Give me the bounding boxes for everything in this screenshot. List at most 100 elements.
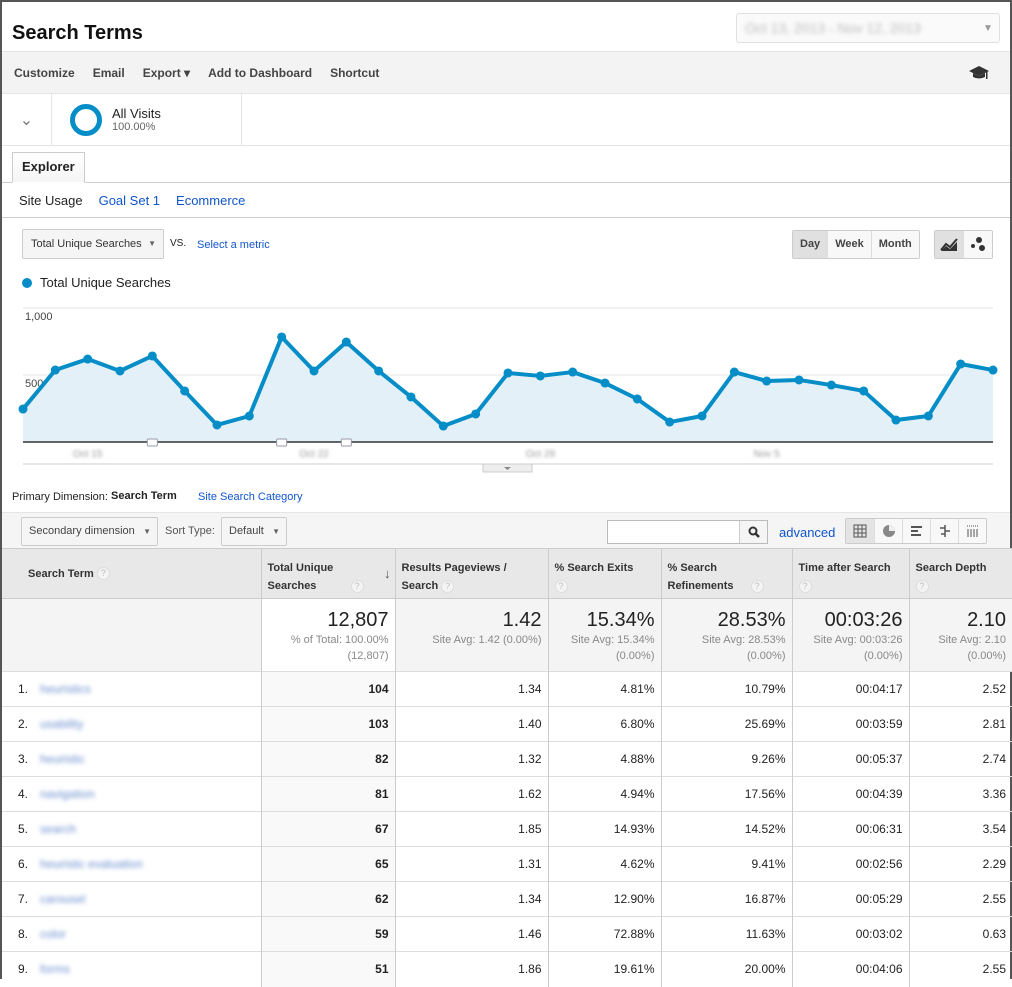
email-button[interactable]: Email bbox=[93, 66, 125, 80]
data-view-button[interactable] bbox=[846, 519, 874, 543]
metric-cell: 00:04:39 bbox=[791, 776, 909, 812]
total-value: 15.34% bbox=[586, 609, 655, 631]
customize-button[interactable]: Customize bbox=[14, 66, 75, 80]
table-row: 7. carousel 62 1.34 12.90% 16.87% 00:05:29 2.55 bbox=[2, 881, 1012, 917]
totals-cell: 12,807 % of Total: 100.00% (12,807) bbox=[260, 598, 395, 672]
table-row: 2. usability 103 1.40 6.80% 25.69% 00:03:59 2.8… bbox=[2, 706, 1012, 742]
metric-cell: 1.85 bbox=[394, 811, 548, 847]
metric-cell: 2.81 bbox=[908, 706, 1012, 742]
search-term-cell: 7. carousel bbox=[2, 881, 261, 917]
search-term-cell: 6. heuristic evaluation bbox=[2, 846, 261, 882]
select-metric-link[interactable]: Select a metric bbox=[197, 239, 270, 251]
metric-cell: 17.56% bbox=[660, 776, 792, 812]
subtab-ecommerce[interactable]: Ecommerce bbox=[176, 193, 245, 208]
sort-type-value: Default bbox=[229, 525, 264, 537]
help-icon[interactable]: ? bbox=[750, 579, 764, 593]
column-header-search-refinements[interactable]: % Search Refinements ? bbox=[660, 548, 792, 599]
totals-label-cell bbox=[2, 598, 261, 672]
vs-label: VS. bbox=[170, 238, 187, 249]
percentage-view-button[interactable] bbox=[874, 519, 902, 543]
search-term-link[interactable]: heuristic evaluation bbox=[40, 857, 143, 871]
page-title: Search Terms bbox=[12, 22, 143, 44]
column-header-search-depth[interactable]: Search Depth? bbox=[908, 548, 1012, 599]
metric-cell: 12.90% bbox=[547, 881, 661, 917]
search-term-link[interactable]: heuristic bbox=[40, 752, 85, 766]
sort-type-dropdown[interactable]: Default ▼ bbox=[221, 517, 287, 546]
add-to-dashboard-button[interactable]: Add to Dashboard bbox=[208, 66, 312, 80]
search-term-link[interactable]: color bbox=[40, 927, 66, 941]
export-button[interactable]: Export ▾ bbox=[143, 66, 190, 80]
metric-cell: 19.61% bbox=[547, 951, 661, 987]
column-label: Search Depth bbox=[915, 562, 987, 574]
metric-cell: 81 bbox=[260, 776, 395, 812]
advanced-filter-link[interactable]: advanced bbox=[779, 525, 835, 540]
interval-day-button[interactable]: Day bbox=[793, 231, 828, 258]
data-point bbox=[83, 354, 93, 364]
table-filter-input[interactable] bbox=[607, 520, 768, 544]
chart-type-toggle bbox=[934, 230, 993, 259]
comparison-view-button[interactable] bbox=[930, 519, 958, 543]
motion-chart-button[interactable] bbox=[963, 231, 992, 258]
dimension-site-search-category[interactable]: Site Search Category bbox=[198, 491, 303, 503]
search-term-link[interactable]: heuristics bbox=[40, 682, 91, 696]
search-term-link[interactable]: search bbox=[40, 822, 76, 836]
secondary-dimension-dropdown[interactable]: Secondary dimension ▼ bbox=[21, 517, 158, 546]
metric-cell: 16.87% bbox=[660, 881, 792, 917]
search-term-cell: 8. color bbox=[2, 916, 261, 952]
help-icon[interactable]: ? bbox=[96, 567, 110, 581]
metric-cell: 1.32 bbox=[394, 741, 548, 777]
column-label: Results Pageviews / Search bbox=[401, 562, 507, 592]
help-icon[interactable]: ? bbox=[915, 579, 929, 593]
row-number: 5. bbox=[18, 822, 29, 836]
column-header-time-after-search[interactable]: Time after Search? bbox=[791, 548, 909, 599]
subtab-goal-set-1[interactable]: Goal Set 1 bbox=[99, 193, 160, 208]
metric-select-value: Total Unique Searches bbox=[31, 238, 142, 250]
interval-week-button[interactable]: Week bbox=[827, 231, 871, 258]
data-point bbox=[374, 366, 384, 376]
interval-toggle: Day Week Month bbox=[792, 230, 920, 259]
column-header-total-unique-searches[interactable]: Total Unique Searches ? ↓ bbox=[260, 548, 395, 599]
pie-chart-icon bbox=[882, 525, 895, 537]
column-header-search-exits[interactable]: % Search Exits? bbox=[547, 548, 661, 599]
line-chart-button[interactable] bbox=[935, 231, 963, 258]
shortcut-button[interactable]: Shortcut bbox=[330, 66, 379, 80]
date-range-picker[interactable]: Oct 13, 2013 - Nov 12, 2013 ▼ bbox=[736, 13, 1000, 43]
pivot-view-button[interactable] bbox=[958, 519, 986, 543]
search-term-link[interactable]: forms bbox=[40, 962, 70, 976]
column-header-results-pageviews-per-search[interactable]: Results Pageviews / Search ? bbox=[394, 548, 548, 599]
metric-cell: 1.62 bbox=[394, 776, 548, 812]
help-icon[interactable]: ? bbox=[350, 579, 364, 593]
segment-card[interactable]: All Visits 100.00% bbox=[52, 94, 242, 145]
column-label: % Search Refinements bbox=[667, 562, 734, 592]
segment-toggle[interactable]: ⌄ bbox=[2, 94, 52, 145]
search-button[interactable] bbox=[739, 521, 767, 543]
tab-explorer[interactable]: Explorer bbox=[12, 152, 85, 183]
help-icon[interactable]: ? bbox=[554, 579, 568, 593]
metric-cell: 51 bbox=[260, 951, 395, 987]
search-term-cell: 9. forms bbox=[2, 951, 261, 987]
subtab-site-usage[interactable]: Site Usage bbox=[19, 193, 83, 208]
chevron-down-icon: ▼ bbox=[148, 239, 156, 248]
search-term-link[interactable]: carousel bbox=[40, 892, 85, 906]
totals-row: 12,807 % of Total: 100.00% (12,807) 1.42 Si… bbox=[2, 598, 1012, 672]
explorer-subtabs: Site Usage Goal Set 1 Ecommerce bbox=[2, 183, 1010, 218]
performance-view-button[interactable] bbox=[902, 519, 930, 543]
search-icon bbox=[748, 526, 760, 538]
totals-cell: 2.10 Site Avg: 2.10 (0.00%) bbox=[908, 598, 1012, 672]
annotation-marker bbox=[340, 438, 352, 447]
data-point bbox=[923, 411, 933, 421]
help-icon[interactable]: ? bbox=[798, 579, 812, 593]
metric-cell: 4.62% bbox=[547, 846, 661, 882]
data-point bbox=[50, 365, 60, 375]
graduation-cap-icon[interactable] bbox=[968, 64, 990, 82]
dimension-search-term[interactable]: Search Term bbox=[111, 490, 177, 502]
column-header-search-term[interactable]: Search Term ? bbox=[2, 548, 261, 599]
interval-month-button[interactable]: Month bbox=[870, 231, 919, 258]
help-icon[interactable]: ? bbox=[441, 579, 455, 593]
metric-select[interactable]: Total Unique Searches ▼ bbox=[22, 229, 164, 259]
metric-cell: 67 bbox=[260, 811, 395, 847]
total-note: Site Avg: 28.53% bbox=[701, 634, 786, 646]
data-point bbox=[406, 392, 416, 402]
search-term-link[interactable]: navigation bbox=[40, 787, 95, 801]
search-term-link[interactable]: usability bbox=[40, 717, 83, 731]
